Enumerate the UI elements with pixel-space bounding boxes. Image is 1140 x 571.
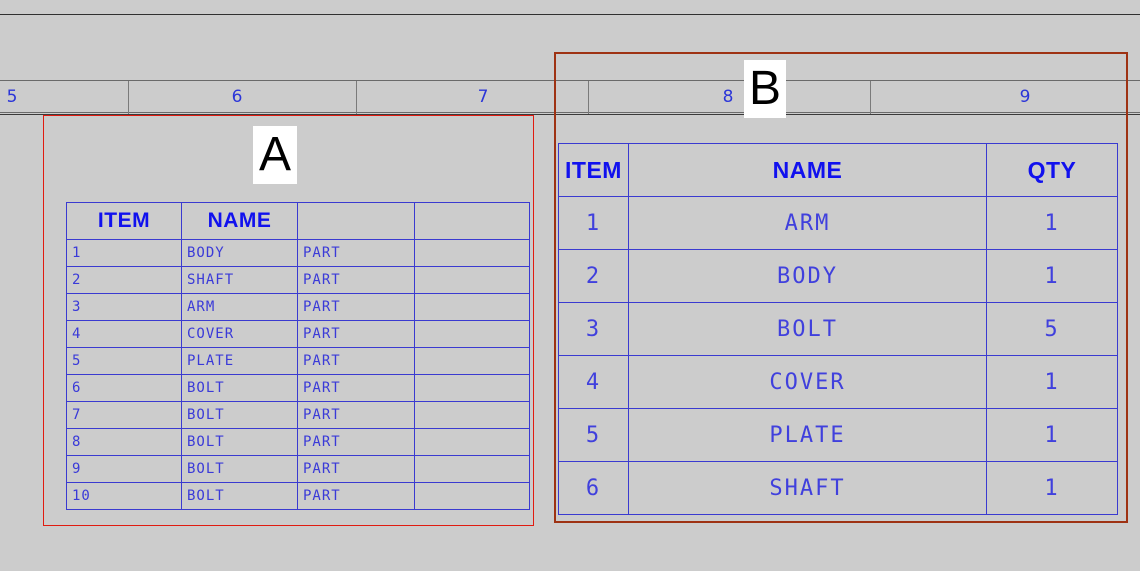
cell-item[interactable]: 8 <box>66 428 182 456</box>
cell-extra[interactable] <box>414 293 530 321</box>
cell-name[interactable]: BOLT <box>181 455 298 483</box>
cell-extra[interactable] <box>414 482 530 510</box>
cell-item[interactable]: 6 <box>66 374 182 402</box>
cell-item[interactable]: 1 <box>558 196 629 250</box>
cell-type[interactable]: PART <box>297 347 415 375</box>
cell-item[interactable]: 5 <box>66 347 182 375</box>
table-row[interactable]: 6 BOLT PART <box>66 374 530 402</box>
bom-table-b[interactable]: ITEM NAME QTY 1 ARM 1 2 BODY 1 3 BOLT 5 <box>558 143 1118 515</box>
table-row[interactable]: 2 SHAFT PART <box>66 266 530 294</box>
cell-name[interactable]: BOLT <box>181 374 298 402</box>
ruler-label-6: 6 <box>231 87 243 107</box>
table-row[interactable]: 8 BOLT PART <box>66 428 530 456</box>
cell-item[interactable]: 9 <box>66 455 182 483</box>
cell-name[interactable]: BOLT <box>181 428 298 456</box>
table-row[interactable]: 5 PLATE PART <box>66 347 530 375</box>
cell-item[interactable]: 10 <box>66 482 182 510</box>
cell-type[interactable]: PART <box>297 482 415 510</box>
cell-extra[interactable] <box>414 347 530 375</box>
ruler-label-7: 7 <box>477 87 489 107</box>
cell-extra[interactable] <box>414 320 530 348</box>
table-row[interactable]: 4 COVER 1 <box>558 355 1118 409</box>
cell-item[interactable]: 4 <box>558 355 629 409</box>
callout-b: B <box>744 60 786 118</box>
cell-qty[interactable]: 1 <box>986 249 1118 303</box>
table-b-header-name: NAME <box>628 143 987 197</box>
cell-type[interactable]: PART <box>297 401 415 429</box>
table-b-header-row: ITEM NAME QTY <box>558 143 1118 197</box>
cell-item[interactable]: 2 <box>558 249 629 303</box>
cell-qty[interactable]: 1 <box>986 355 1118 409</box>
cell-name[interactable]: BOLT <box>181 482 298 510</box>
cell-qty[interactable]: 1 <box>986 461 1118 515</box>
cell-qty[interactable]: 1 <box>986 196 1118 250</box>
cell-extra[interactable] <box>414 428 530 456</box>
table-a-header-item: ITEM <box>66 202 182 240</box>
table-row[interactable]: 6 SHAFT 1 <box>558 461 1118 515</box>
bom-table-a[interactable]: ITEM NAME 1 BODY PART 2 SHAFT PART 3 ARM <box>66 202 530 510</box>
cell-name[interactable]: SHAFT <box>181 266 298 294</box>
cell-type[interactable]: PART <box>297 428 415 456</box>
table-row[interactable]: 1 BODY PART <box>66 239 530 267</box>
cell-name[interactable]: ARM <box>628 196 987 250</box>
cell-name[interactable]: ARM <box>181 293 298 321</box>
cell-name[interactable]: PLATE <box>181 347 298 375</box>
cell-qty[interactable]: 1 <box>986 408 1118 462</box>
top-divider-rule <box>0 14 1140 15</box>
ruler-label-5: 5 <box>6 87 18 107</box>
cell-item[interactable]: 3 <box>66 293 182 321</box>
cell-item[interactable]: 2 <box>66 266 182 294</box>
table-b-header-item: ITEM <box>558 143 629 197</box>
table-a-header-row: ITEM NAME <box>66 202 530 240</box>
table-row[interactable]: 10 BOLT PART <box>66 482 530 510</box>
table-a-header-col3 <box>297 202 415 240</box>
cell-extra[interactable] <box>414 239 530 267</box>
cell-item[interactable]: 1 <box>66 239 182 267</box>
table-a-header-name: NAME <box>181 202 298 240</box>
table-a-header-col4 <box>414 202 530 240</box>
table-row[interactable]: 9 BOLT PART <box>66 455 530 483</box>
cell-item[interactable]: 7 <box>66 401 182 429</box>
table-row[interactable]: 2 BODY 1 <box>558 249 1118 303</box>
table-row[interactable]: 5 PLATE 1 <box>558 408 1118 462</box>
cell-name[interactable]: COVER <box>181 320 298 348</box>
cell-name[interactable]: BODY <box>181 239 298 267</box>
table-row[interactable]: 1 ARM 1 <box>558 196 1118 250</box>
cell-extra[interactable] <box>414 374 530 402</box>
cell-type[interactable]: PART <box>297 266 415 294</box>
table-row[interactable]: 7 BOLT PART <box>66 401 530 429</box>
table-b-header-qty: QTY <box>986 143 1118 197</box>
table-row[interactable]: 3 ARM PART <box>66 293 530 321</box>
ruler-tick <box>356 81 357 114</box>
cell-qty[interactable]: 5 <box>986 302 1118 356</box>
cell-name[interactable]: BOLT <box>181 401 298 429</box>
cell-item[interactable]: 6 <box>558 461 629 515</box>
cell-name[interactable]: BODY <box>628 249 987 303</box>
cell-type[interactable]: PART <box>297 293 415 321</box>
cell-extra[interactable] <box>414 401 530 429</box>
cell-extra[interactable] <box>414 266 530 294</box>
cell-name[interactable]: COVER <box>628 355 987 409</box>
cell-item[interactable]: 5 <box>558 408 629 462</box>
table-row[interactable]: 3 BOLT 5 <box>558 302 1118 356</box>
cell-name[interactable]: BOLT <box>628 302 987 356</box>
cell-item[interactable]: 3 <box>558 302 629 356</box>
cell-type[interactable]: PART <box>297 455 415 483</box>
cell-type[interactable]: PART <box>297 239 415 267</box>
drawing-canvas: 5 6 7 8 9 ITEM NAME 1 BODY PART 2 SHAFT … <box>0 0 1140 571</box>
cell-extra[interactable] <box>414 455 530 483</box>
callout-a: A <box>253 126 297 184</box>
cell-item[interactable]: 4 <box>66 320 182 348</box>
table-row[interactable]: 4 COVER PART <box>66 320 530 348</box>
cell-type[interactable]: PART <box>297 320 415 348</box>
ruler-tick <box>128 81 129 114</box>
cell-type[interactable]: PART <box>297 374 415 402</box>
cell-name[interactable]: SHAFT <box>628 461 987 515</box>
cell-name[interactable]: PLATE <box>628 408 987 462</box>
